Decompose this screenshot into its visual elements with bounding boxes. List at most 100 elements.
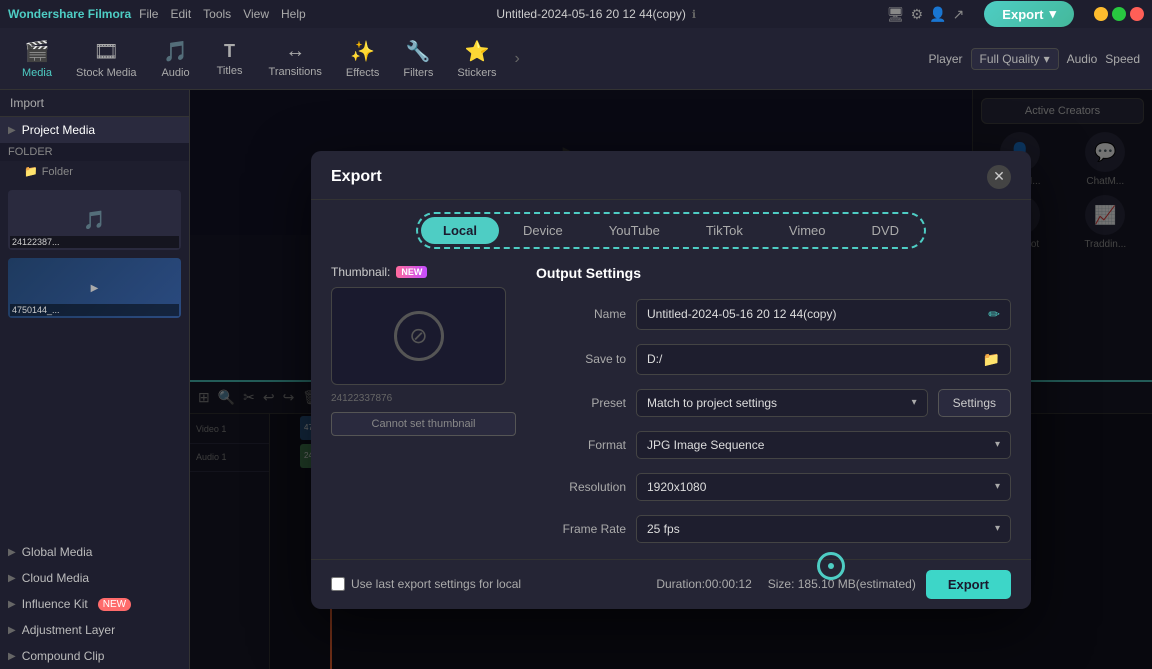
menu-edit[interactable]: Edit — [170, 7, 191, 21]
name-value: Untitled-2024-05-16 20 12 44(copy) ✏ — [636, 299, 1011, 330]
sidebar-item-global-media[interactable]: ▶ Global Media — [0, 539, 189, 565]
quality-label: Full Quality — [980, 52, 1040, 66]
tabs-container: Local Device YouTube TikTok Vimeo — [416, 212, 926, 249]
titles-label: Titles — [217, 65, 243, 77]
global-media-label: Global Media — [22, 545, 93, 559]
setting-row-save-to: Save to D:/ 📁 — [536, 344, 1011, 375]
export-button[interactable]: Export — [926, 570, 1011, 599]
sidebar-item-influence-kit[interactable]: ▶ Influence Kit NEW — [0, 591, 189, 617]
toolbar-item-transitions[interactable]: ↔ Transitions — [259, 36, 332, 82]
project-media-label: Project Media — [22, 123, 95, 137]
save-to-folder-icon[interactable]: 📁 — [983, 351, 1000, 368]
modal-tabs: Local Device YouTube TikTok Vimeo — [311, 200, 1031, 249]
media-thumb-1-label: 24122387... — [10, 236, 179, 248]
filters-icon: 🔧 — [406, 39, 431, 64]
save-to-value: D:/ 📁 — [636, 344, 1011, 375]
sidebar-folder[interactable]: 📁 Folder — [0, 161, 189, 182]
folder-icon: 📁 — [24, 165, 38, 178]
toolbar-more-arrow[interactable]: › — [514, 50, 519, 68]
frame-rate-value: 25 fps — [647, 522, 680, 536]
info-icon: ℹ — [692, 8, 696, 21]
resolution-chevron: ▾ — [995, 481, 1000, 492]
minimize-button[interactable] — [1094, 7, 1108, 21]
preset-label: Preset — [536, 396, 626, 410]
folder-header: FOLDER — [0, 143, 189, 161]
toolbar-item-stickers[interactable]: ⭐ Stickers — [447, 35, 506, 83]
thumbnail-new-badge: NEW — [396, 266, 427, 278]
media-thumb-1[interactable]: 🎵 24122387... — [8, 190, 181, 250]
use-last-settings-input[interactable] — [331, 577, 345, 591]
toolbar: 🎬 Media 🎞 Stock Media 🎵 Audio T Titles ↔… — [0, 28, 1152, 90]
size-stat: Size: 185.10 MB(estimated) — [768, 577, 916, 591]
export-top-button[interactable]: Export ▾ — [984, 1, 1074, 27]
title-bar-menu[interactable]: File Edit Tools View Help — [139, 7, 306, 21]
format-dropdown[interactable]: JPG Image Sequence ▾ — [636, 431, 1011, 459]
export-top-label: Export — [1002, 7, 1043, 22]
sidebar-item-cloud-media[interactable]: ▶ Cloud Media — [0, 565, 189, 591]
modal-body: Thumbnail: NEW ⊘ 24122337876 Cannot set … — [311, 249, 1031, 559]
thumbnail-section: Thumbnail: NEW ⊘ 24122337876 Cannot set … — [331, 265, 516, 543]
toolbar-item-stock-media[interactable]: 🎞 Stock Media — [66, 35, 147, 83]
icon-user: 👤 — [929, 6, 946, 23]
menu-tools[interactable]: Tools — [203, 7, 231, 21]
tab-local[interactable]: Local — [421, 217, 499, 244]
frame-rate-dropdown[interactable]: 25 fps ▾ — [636, 515, 1011, 543]
adjustment-layer-label: Adjustment Layer — [22, 623, 115, 637]
tab-tiktok[interactable]: TikTok — [684, 217, 765, 244]
tab-youtube[interactable]: YouTube — [587, 217, 682, 244]
media-thumb-2[interactable]: ▶ 4750144_... — [8, 258, 181, 318]
transitions-label: Transitions — [269, 66, 322, 78]
audio-label-right: Audio — [1067, 52, 1098, 66]
toolbar-item-filters[interactable]: 🔧 Filters — [393, 35, 443, 83]
preset-dropdown[interactable]: Match to project settings ▾ — [636, 389, 928, 417]
toolbar-item-media[interactable]: 🎬 Media — [12, 35, 62, 83]
chevron-down-icon: ▾ — [1049, 6, 1056, 22]
modal-close-button[interactable]: ✕ — [987, 165, 1011, 189]
folder-label: Folder — [42, 166, 73, 178]
effects-label: Effects — [346, 67, 379, 79]
stickers-label: Stickers — [457, 67, 496, 79]
maximize-button[interactable] — [1112, 7, 1126, 21]
tab-device[interactable]: Device — [501, 217, 585, 244]
tab-dvd[interactable]: DVD — [850, 217, 921, 244]
menu-view[interactable]: View — [243, 7, 269, 21]
main-layout: Import ▶ Project Media FOLDER 📁 Folder 🎵… — [0, 90, 1152, 669]
title-bar-left: Wondershare Filmora File Edit Tools View… — [8, 7, 306, 21]
audio-icon: 🎵 — [163, 39, 188, 64]
modal-footer: Use last export settings for local Durat… — [311, 559, 1031, 609]
setting-row-format: Format JPG Image Sequence ▾ — [536, 431, 1011, 459]
toolbar-item-audio[interactable]: 🎵 Audio — [151, 35, 201, 83]
quality-chevron: ▾ — [1044, 52, 1050, 66]
media-thumb-2-label: 4750144_... — [10, 304, 179, 316]
sidebar-item-adjustment-layer[interactable]: ▶ Adjustment Layer — [0, 617, 189, 643]
tab-vimeo[interactable]: Vimeo — [767, 217, 848, 244]
resolution-label: Resolution — [536, 480, 626, 494]
resolution-dropdown[interactable]: 1920x1080 ▾ — [636, 473, 1011, 501]
settings-button[interactable]: Settings — [938, 389, 1011, 417]
name-edit-icon[interactable]: ✏ — [988, 306, 1000, 323]
cloud-media-arrow: ▶ — [8, 573, 16, 584]
frame-rate-chevron: ▾ — [995, 523, 1000, 534]
menu-file[interactable]: File — [139, 7, 158, 21]
toolbar-item-titles[interactable]: T Titles — [205, 37, 255, 81]
output-settings: Output Settings Name Untitled-2024-05-16… — [536, 265, 1011, 543]
setting-row-name: Name Untitled-2024-05-16 20 12 44(copy) … — [536, 299, 1011, 330]
quality-dropdown[interactable]: Full Quality ▾ — [971, 48, 1059, 70]
thumbnail-id: 24122337876 — [331, 393, 516, 404]
sidebar-item-project-media[interactable]: ▶ Project Media — [0, 117, 189, 143]
menu-help[interactable]: Help — [281, 7, 306, 21]
use-last-settings-checkbox[interactable]: Use last export settings for local — [331, 577, 521, 591]
footer-stats: Duration:00:00:12 Size: 185.10 MB(estima… — [656, 577, 915, 591]
toolbar-item-effects[interactable]: ✨ Effects — [336, 35, 389, 83]
influence-kit-arrow: ▶ — [8, 599, 16, 610]
thumbnail-box: ⊘ — [331, 287, 506, 385]
cannot-set-thumbnail-button[interactable]: Cannot set thumbnail — [331, 412, 516, 436]
sidebar-item-compound-clip[interactable]: ▶ Compound Clip — [0, 643, 189, 669]
transitions-icon: ↔ — [285, 40, 305, 63]
toolbar-right: Player Full Quality ▾ Audio Speed — [929, 48, 1140, 70]
effects-icon: ✨ — [350, 39, 375, 64]
audio-label: Audio — [161, 67, 189, 79]
no-thumbnail-icon: ⊘ — [409, 323, 427, 349]
close-button[interactable] — [1130, 7, 1144, 21]
adjustment-layer-arrow: ▶ — [8, 625, 16, 636]
